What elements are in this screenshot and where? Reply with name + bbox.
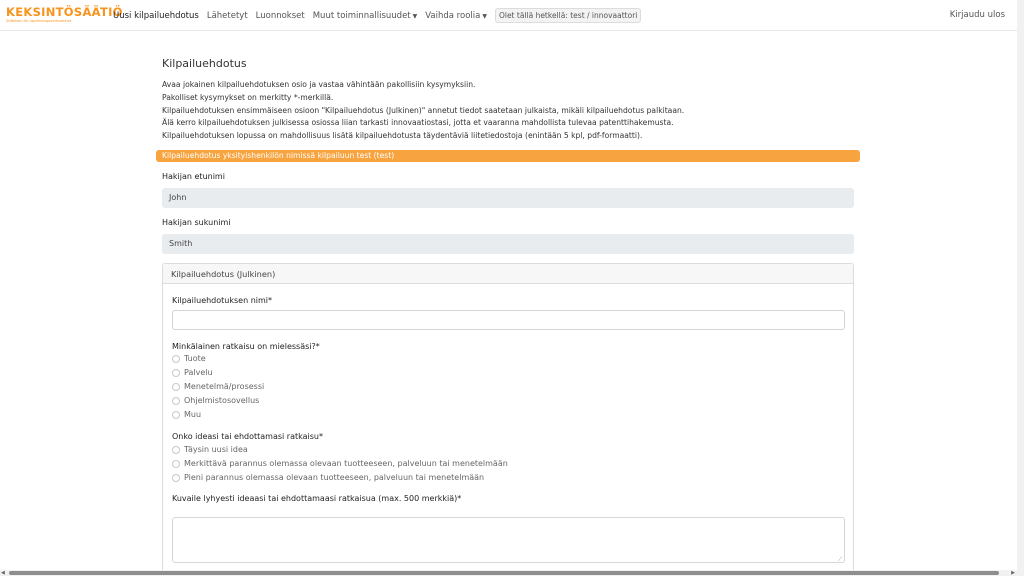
logout-link[interactable]: Kirjaudu ulos bbox=[950, 10, 1005, 20]
intro-line: Älä kerro kilpailuehdotuksen julkisessa … bbox=[162, 118, 674, 128]
solution-type-option[interactable]: Tuote bbox=[172, 354, 206, 363]
solution-type-option[interactable]: Ohjelmistosovellus bbox=[172, 396, 259, 405]
nav-switch-role[interactable]: Vaihda roolia ▼ bbox=[425, 11, 487, 21]
nav-links: Uusi kilpailuehdotus Lähetetyt Luonnokse… bbox=[113, 0, 642, 31]
section-header[interactable]: Kilpailuehdotus (Julkinen) bbox=[163, 264, 853, 284]
novelty-label: Onko ideasi tai ehdottamasi ratkaisu* bbox=[172, 432, 323, 441]
solution-type-option[interactable]: Menetelmä/prosessi bbox=[172, 382, 264, 391]
brand-tagline: Stiftelsen för Uppfinningsverksamhet bbox=[6, 19, 72, 23]
radio-icon bbox=[172, 473, 180, 482]
horizontal-scrollbar[interactable]: ◀ ▶ bbox=[0, 570, 1024, 576]
solution-type-option[interactable]: Muu bbox=[172, 410, 201, 419]
intro-text: Avaa jokainen kilpailuehdotuksen osio ja… bbox=[162, 79, 852, 143]
nav-switch-role-label: Vaihda roolia bbox=[425, 10, 481, 21]
vertical-scrollbar[interactable] bbox=[1017, 0, 1024, 576]
description-textarea[interactable] bbox=[172, 517, 845, 563]
intro-line: Pakolliset kysymykset on merkitty *-merk… bbox=[162, 92, 334, 102]
nav-other-functions[interactable]: Muut toiminnallisuudet ▼ bbox=[313, 11, 418, 21]
radio-icon bbox=[172, 382, 180, 391]
nav-new-proposal[interactable]: Uusi kilpailuehdotus bbox=[113, 11, 199, 21]
scroll-right-icon[interactable]: ▶ bbox=[1011, 570, 1015, 576]
option-label: Muu bbox=[184, 410, 202, 419]
top-navbar: KEKSINTÖSÄÄTIÖ Stiftelsen för Uppfinning… bbox=[0, 0, 1024, 31]
novelty-option[interactable]: Täysin uusi idea bbox=[172, 445, 248, 454]
option-label: Menetelmä/prosessi bbox=[184, 382, 265, 391]
solution-type-label: Minkälainen ratkaisu on mielessäsi?* bbox=[172, 342, 320, 351]
intro-line: Kilpailuehdotuksen lopussa on mahdollisu… bbox=[162, 131, 643, 141]
scrollbar-thumb[interactable] bbox=[9, 571, 999, 575]
proposal-name-label: Kilpailuehdotuksen nimi* bbox=[172, 296, 273, 305]
last-name-field: Smith bbox=[162, 234, 854, 254]
last-name-label: Hakijan sukunimi bbox=[162, 218, 231, 227]
option-label: Ohjelmistosovellus bbox=[184, 396, 260, 405]
radio-icon bbox=[172, 459, 180, 468]
first-name-label: Hakijan etunimi bbox=[162, 172, 225, 181]
page-title: Kilpailuehdotus bbox=[162, 57, 247, 70]
novelty-option[interactable]: Pieni parannus olemassa olevaan tuottees… bbox=[172, 473, 484, 482]
description-label: Kuvaile lyhyesti ideaasi tai ehdottamaas… bbox=[172, 494, 462, 503]
brand-name: KEKSINTÖSÄÄTIÖ bbox=[6, 5, 123, 19]
option-label: Palvelu bbox=[184, 368, 213, 377]
intro-line: Kilpailuehdotuksen ensimmäiseen osioon "… bbox=[162, 105, 685, 115]
chevron-down-icon: ▼ bbox=[412, 12, 418, 20]
radio-icon bbox=[172, 445, 180, 454]
option-label: Merkittävä parannus olemassa olevaan tuo… bbox=[184, 459, 508, 468]
solution-type-option[interactable]: Palvelu bbox=[172, 368, 213, 377]
first-name-field: John bbox=[162, 188, 854, 208]
current-role-badge: Olet tällä hetkellä: test / innovaattori bbox=[494, 8, 642, 23]
competition-alert: Kilpailuehdotus yksityishenkilön nimissä… bbox=[156, 150, 860, 162]
option-label: Tuote bbox=[184, 354, 206, 363]
option-label: Täysin uusi idea bbox=[184, 445, 248, 454]
radio-icon bbox=[172, 396, 180, 405]
radio-icon bbox=[172, 410, 180, 419]
nav-other-functions-label: Muut toiminnallisuudet bbox=[312, 10, 411, 21]
proposal-name-input[interactable] bbox=[172, 310, 845, 330]
radio-icon bbox=[172, 354, 180, 363]
brand-logo[interactable]: KEKSINTÖSÄÄTIÖ Stiftelsen för Uppfinning… bbox=[6, 5, 123, 28]
radio-icon bbox=[172, 368, 180, 377]
option-label: Pieni parannus olemassa olevaan tuottees… bbox=[184, 473, 485, 482]
scroll-left-icon[interactable]: ◀ bbox=[1, 570, 5, 576]
nav-sent[interactable]: Lähetetyt bbox=[207, 11, 248, 21]
nav-drafts[interactable]: Luonnokset bbox=[256, 11, 305, 21]
intro-line: Avaa jokainen kilpailuehdotuksen osio ja… bbox=[162, 80, 476, 89]
chevron-down-icon: ▼ bbox=[482, 12, 487, 20]
resize-grip-icon[interactable]: ⟋ bbox=[838, 556, 842, 564]
novelty-option[interactable]: Merkittävä parannus olemassa olevaan tuo… bbox=[172, 459, 508, 468]
public-section-card: Kilpailuehdotus (Julkinen) Kilpailuehdot… bbox=[162, 263, 854, 576]
